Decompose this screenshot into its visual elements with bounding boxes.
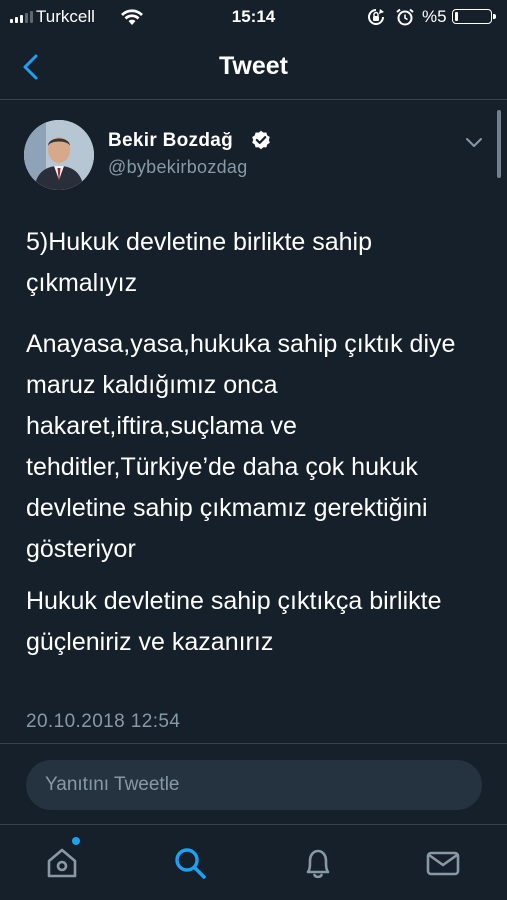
tab-messages[interactable] (425, 845, 461, 881)
reply-input[interactable] (26, 760, 482, 810)
tab-bar (0, 824, 507, 900)
battery-icon (452, 9, 496, 24)
display-name[interactable]: Bekir Bozdağ (108, 130, 233, 152)
verified-badge-icon (252, 130, 270, 150)
user-handle[interactable]: @bybekirbozdag (108, 157, 248, 178)
tweet-timestamp: 20.10.2018 12:54 (26, 711, 181, 732)
new-content-dot (72, 837, 80, 845)
home-icon (47, 848, 77, 878)
tweet-paragraph: 5)Hukuk devletine birlikte sahip çıkmalı… (26, 228, 373, 297)
tweet-paragraph: Anayasa,yasa,hukuka sahip çıktık diye ma… (26, 330, 456, 563)
navigation-bar: Tweet (0, 34, 507, 100)
tab-search[interactable] (172, 845, 208, 881)
page-title: Tweet (219, 52, 288, 80)
scroll-indicator (497, 110, 501, 178)
tweet-text: 5)Hukuk devletine birlikte sahip çıkmalı… (26, 222, 486, 663)
status-bar: Turkcell 15:14 %5 (0, 0, 507, 34)
avatar[interactable] (24, 120, 94, 190)
rotation-lock-icon (368, 9, 384, 25)
battery-percentage: %5 (422, 7, 447, 26)
chevron-down-icon[interactable] (465, 136, 483, 150)
search-icon (175, 848, 206, 879)
tweet-paragraph: Hukuk devletine sahip çıktıkça birlikte … (26, 587, 442, 656)
notifications-icon (306, 849, 330, 879)
tab-home[interactable] (44, 845, 80, 881)
tab-notifications[interactable] (300, 845, 336, 881)
reply-bar (0, 743, 507, 824)
messages-icon (426, 851, 460, 876)
alarm-icon (396, 8, 414, 26)
